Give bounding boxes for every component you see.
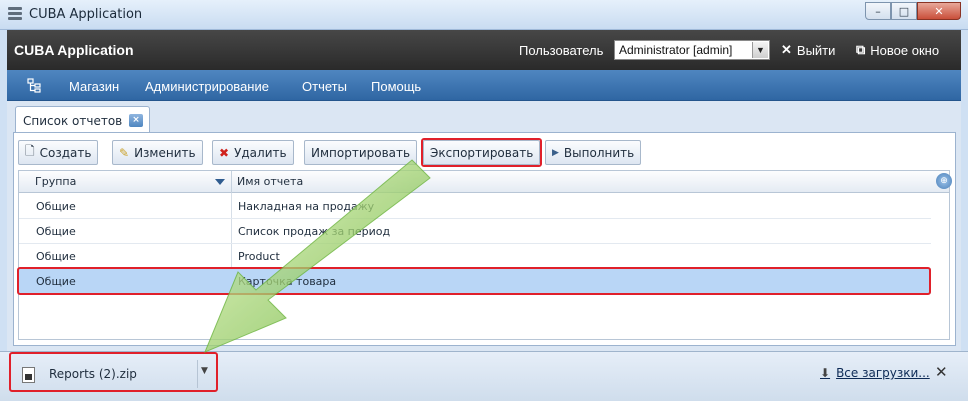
create-label: Создать [39,145,92,160]
minimize-button[interactable]: – [865,2,891,20]
table-row[interactable]: Общие Список продаж за период [19,219,931,244]
create-button[interactable]: 🗋 Создать [18,140,99,165]
delete-icon: ✖ [219,145,230,160]
column-picker-icon[interactable]: ⊕ [936,173,952,189]
selected-row-highlight [17,267,931,295]
download-bar: Reports (2).zip ▼ ⬇ Все загрузки... ✕ [0,351,968,401]
table-row[interactable]: Общие Накладная на продажу [19,194,931,219]
reports-table: Группа Имя отчета ⊕ Общие Накладная на п… [18,170,952,340]
cell-group: Общие [36,225,76,238]
import-label: Импортировать [311,145,411,160]
cell-report-name: Список продаж за период [238,225,391,238]
logout-label: Выйти [796,42,836,58]
main-menu-bar: Магазин Администрирование Отчеты Помощь [7,70,961,101]
close-download-bar-icon[interactable]: ✕ [935,363,948,381]
download-arrow-icon: ⬇ [820,366,831,380]
tab-close-icon[interactable]: × [129,114,143,127]
window-title: CUBA Application [29,7,143,22]
column-group[interactable]: Группа [35,175,76,188]
table-row[interactable]: Общие Product [19,244,931,269]
app-header: CUBA Application Пользователь Administra… [7,30,961,70]
new-window-link[interactable]: ⧉ Новое окно [856,42,939,58]
tab-reports-list[interactable]: Список отчетов × [15,106,150,133]
play-icon: ▶ [552,147,559,158]
cell-group: Общие [36,250,76,263]
export-highlight [421,138,542,167]
window-title-bar: CUBA Application – □ ✕ [0,0,968,30]
close-icon: ✕ [781,42,792,57]
new-window-label: Новое окно [870,42,940,58]
menu-item-help[interactable]: Помощь [371,79,421,94]
reports-panel: 🗋 Создать ✎ Изменить ✖ Удалить Импортиро… [13,132,956,346]
new-document-icon: 🗋 [25,144,35,158]
all-downloads-label: Все загрузки... [836,366,930,380]
window-menu-icon[interactable] [8,7,22,21]
sort-desc-icon[interactable] [215,179,225,185]
run-label: Выполнить [563,145,635,160]
download-highlight [9,352,218,392]
logout-link[interactable]: ✕ Выйти [781,42,835,58]
delete-label: Удалить [234,145,287,160]
chevron-down-icon[interactable]: ▼ [752,42,768,58]
tab-area: Список отчетов × 🗋 Создать ✎ Изменить ✖ … [7,101,961,351]
maximize-button[interactable]: □ [891,2,917,20]
cell-group: Общие [36,200,76,213]
app-name: CUBA Application [14,42,134,58]
run-button[interactable]: ▶ Выполнить [545,140,642,165]
tab-label: Список отчетов [23,114,123,128]
user-label: Пользователь [519,43,604,58]
column-report-name[interactable]: Имя отчета [237,175,303,188]
edit-label: Изменить [134,145,196,160]
cell-report-name: Product [238,250,280,263]
edit-button[interactable]: ✎ Изменить [112,140,203,165]
user-select[interactable]: Administrator [admin] ▼ [614,40,770,60]
new-window-icon: ⧉ [856,42,866,57]
close-window-button[interactable]: ✕ [917,2,961,20]
tree-menu-icon[interactable] [27,78,41,93]
column-separator [231,171,232,193]
menu-item-shop[interactable]: Магазин [69,79,119,94]
cell-report-name: Накладная на продажу [238,200,375,213]
delete-button[interactable]: ✖ Удалить [212,140,294,165]
all-downloads-link[interactable]: ⬇ Все загрузки... [820,366,930,380]
window-controls: – □ ✕ [865,2,961,20]
menu-item-reports[interactable]: Отчеты [302,79,347,94]
table-header: Группа Имя отчета ⊕ [19,171,952,193]
user-select-value: Administrator [admin] [619,43,733,57]
import-button[interactable]: Импортировать [304,140,418,165]
pencil-icon: ✎ [119,145,130,160]
menu-item-administration[interactable]: Администрирование [145,79,269,94]
